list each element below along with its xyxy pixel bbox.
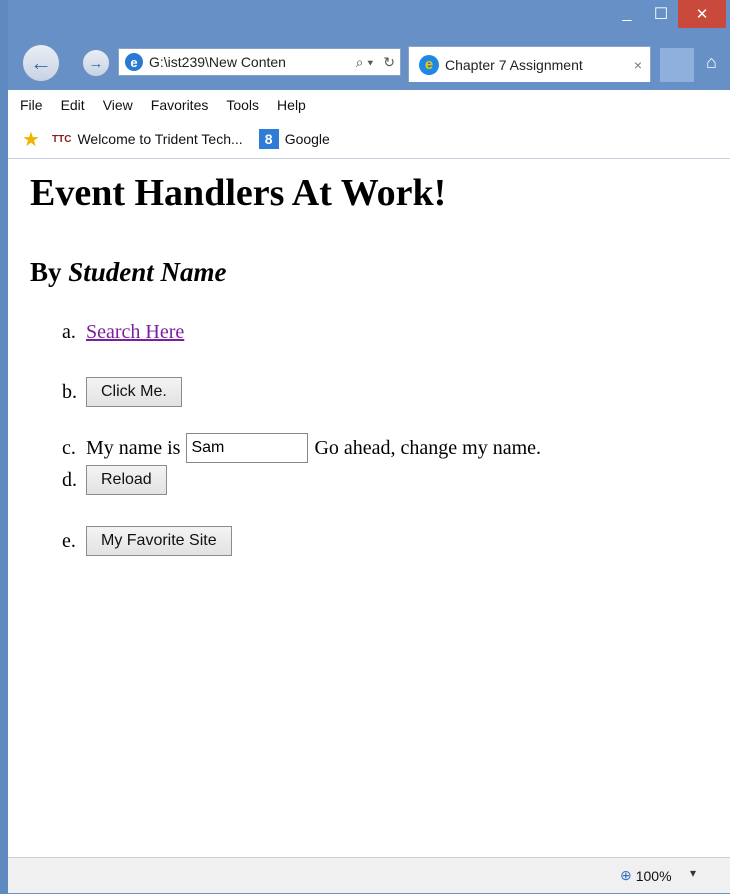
reload-button[interactable]: Reload <box>86 465 167 495</box>
address-url[interactable]: G:\ist239\New Conten <box>149 54 351 70</box>
list-item: e. My Favorite Site <box>62 526 232 556</box>
list-item: a. Search Here <box>62 321 184 344</box>
window-frame <box>0 0 8 894</box>
subtitle-by: By <box>30 257 69 287</box>
status-bar: ⊕ 100% ▾ <box>8 857 730 893</box>
navigation-bar: ← → e G:\ist239\New Conten ⌕ ▾ ↻ e Chapt… <box>8 38 730 90</box>
ie-logo-icon: e <box>419 54 439 75</box>
student-name: Student Name <box>68 257 227 287</box>
list-marker: e. <box>62 529 76 552</box>
favorites-bar: ★ TTC Welcome to Trident Tech... 8 Googl… <box>8 120 730 159</box>
zoom-level: 100% <box>635 867 672 884</box>
page-icon: e <box>125 53 143 71</box>
list-item: b. Click Me. <box>62 377 182 407</box>
page-subtitle: By Student Name <box>30 257 227 288</box>
zoom-icon: ⊕ <box>620 867 632 883</box>
page-content: Event Handlers At Work! By Student Name … <box>8 159 730 857</box>
tab-chapter-7[interactable]: e Chapter 7 Assignment × <box>408 46 651 82</box>
menu-edit[interactable]: Edit <box>61 97 85 113</box>
menu-help[interactable]: Help <box>277 97 306 113</box>
minimize-button[interactable]: _ <box>610 0 644 28</box>
back-button[interactable]: ← <box>22 44 60 82</box>
menu-bar: File Edit View Favorites Tools Help <box>8 90 730 120</box>
list-item: c. My name is Go ahead, change my name. <box>62 433 541 463</box>
favorites-star-icon[interactable]: ★ <box>20 128 42 151</box>
menu-favorites[interactable]: Favorites <box>151 97 209 113</box>
trident-logo-icon: TTC <box>52 133 72 145</box>
name-input[interactable] <box>186 433 309 463</box>
menu-file[interactable]: File <box>20 97 43 113</box>
search-icon[interactable]: ⌕ ▾ <box>351 54 379 71</box>
favorite-site-button[interactable]: My Favorite Site <box>86 526 232 556</box>
close-tab-icon[interactable]: × <box>634 57 642 73</box>
tab-title: Chapter 7 Assignment <box>445 56 583 73</box>
address-bar[interactable]: e G:\ist239\New Conten ⌕ ▾ ↻ <box>118 48 401 76</box>
page-title: Event Handlers At Work! <box>30 172 447 214</box>
menu-tools[interactable]: Tools <box>226 97 259 113</box>
back-arrow-icon: ← <box>30 50 52 75</box>
name-prefix: My name is <box>86 436 181 459</box>
favorite-google-link[interactable]: Google <box>285 131 330 147</box>
list-marker: d. <box>62 468 77 491</box>
zoom-control[interactable]: ⊕ 100% <box>620 867 672 884</box>
list-marker: c. <box>62 436 76 459</box>
list-marker: b. <box>62 380 77 403</box>
favorite-trident-link[interactable]: Welcome to Trident Tech... <box>77 131 242 147</box>
refresh-icon[interactable]: ↻ <box>378 54 400 71</box>
home-icon[interactable]: ⌂ <box>706 52 717 73</box>
new-tab-button[interactable] <box>660 48 694 82</box>
forward-button[interactable]: → <box>82 49 110 77</box>
close-window-button[interactable]: ✕ <box>678 0 726 28</box>
list-marker: a. <box>62 321 76 343</box>
google-icon: 8 <box>258 129 279 149</box>
click-me-button[interactable]: Click Me. <box>86 377 182 407</box>
list-item: d. Reload <box>62 465 167 495</box>
search-here-link[interactable]: Search Here <box>86 321 184 344</box>
browser-window: _ ☐ ✕ ← → e G:\ist239\New Conten ⌕ ▾ ↻ e… <box>0 0 730 894</box>
menu-view[interactable]: View <box>103 97 133 113</box>
zoom-dropdown-icon[interactable]: ▾ <box>690 866 696 880</box>
forward-arrow-icon: → <box>88 54 104 72</box>
maximize-button[interactable]: ☐ <box>644 0 678 28</box>
name-suffix: Go ahead, change my name. <box>314 436 542 459</box>
